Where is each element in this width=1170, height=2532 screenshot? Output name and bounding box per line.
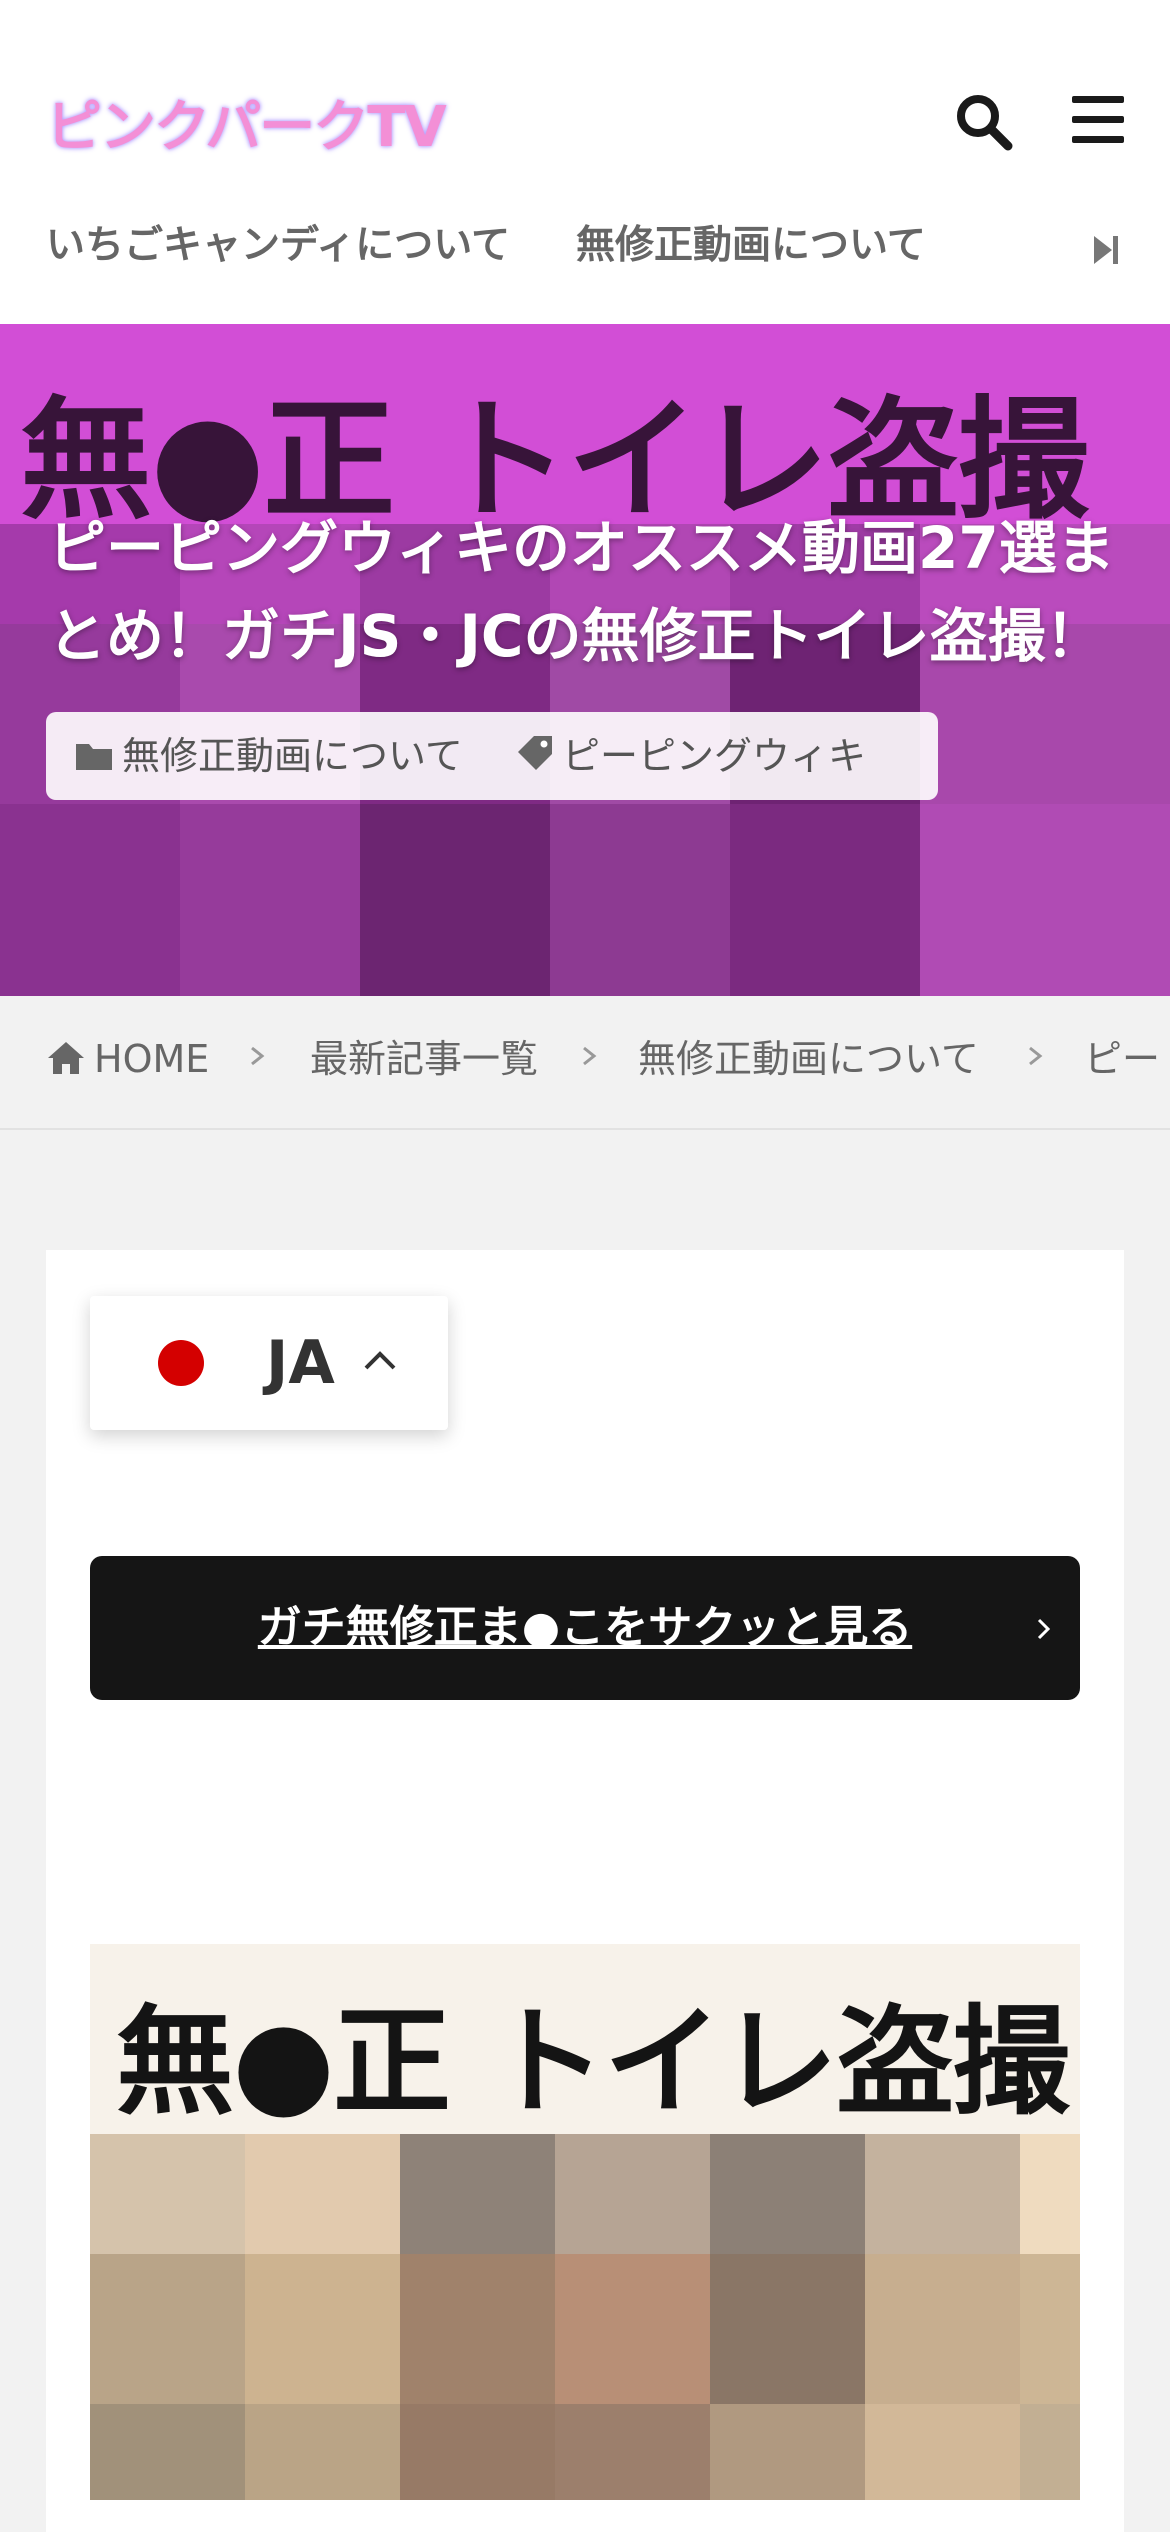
chevron-right-icon — [583, 1046, 597, 1066]
article-tag[interactable]: ピーピングウィキ — [516, 732, 866, 783]
category-nav: いちごキャンディについて 無修正動画について — [0, 214, 1170, 284]
tag-icon — [516, 734, 554, 783]
article-meta: 無修正動画について ピーピングウィキ — [46, 712, 938, 800]
folder-icon — [74, 735, 114, 783]
chevron-right-icon — [251, 1046, 265, 1066]
article-title: ピーピングウィキのオススメ動画27選まとめ！ガチJS・JCの無修正トイレ盗撮！ — [48, 514, 1115, 670]
japan-flag-icon — [158, 1340, 204, 1386]
breadcrumb-home[interactable]: HOME — [46, 1034, 209, 1084]
article-thumbnail[interactable]: 無●正 トイレ盗撮 — [90, 1944, 1080, 2500]
breadcrumb-current: ピー — [1084, 1037, 1161, 1081]
site-logo[interactable]: ピンクパークTV — [46, 82, 447, 163]
language-switcher[interactable]: JA — [90, 1296, 448, 1430]
breadcrumb-home-label: HOME — [94, 1037, 210, 1081]
chevron-right-icon — [1037, 1618, 1051, 1640]
breadcrumb-latest[interactable]: 最新記事一覧 — [310, 1034, 538, 1084]
chevron-right-icon — [1029, 1046, 1043, 1066]
site-header: ピンクパークTV いちごキャンディについて 無修正動画について — [0, 0, 1170, 324]
nav-item-ichigo-candy[interactable]: いちごキャンディについて — [46, 214, 510, 278]
home-icon — [48, 1042, 84, 1074]
cta-label: ガチ無修正ま●こをサクッと見る — [257, 1602, 913, 1653]
nav-next-icon[interactable] — [1092, 234, 1120, 266]
thumbnail-text: 無●正 トイレ盗撮 — [116, 1993, 1070, 2131]
article-hero: 無●正 トイレ盗撮 ピーピングウィキのオススメ動画27選まとめ！ガチJS・JCの… — [0, 324, 1170, 996]
nav-item-uncensored[interactable]: 無修正動画について — [576, 214, 926, 278]
hamburger-menu-icon[interactable] — [1068, 92, 1128, 148]
article-category[interactable]: 無修正動画について — [74, 732, 463, 783]
search-icon[interactable] — [954, 92, 1014, 152]
category-label: 無修正動画について — [122, 734, 463, 778]
breadcrumb-category[interactable]: 無修正動画について — [638, 1034, 979, 1084]
breadcrumb: HOME 最新記事一覧 無修正動画について ピー — [0, 996, 1170, 1130]
chevron-up-icon — [364, 1351, 396, 1370]
language-code: JA — [266, 1328, 335, 1398]
cta-button[interactable]: ガチ無修正ま●こをサクッと見る — [90, 1556, 1080, 1700]
tag-label: ピーピングウィキ — [562, 734, 867, 778]
